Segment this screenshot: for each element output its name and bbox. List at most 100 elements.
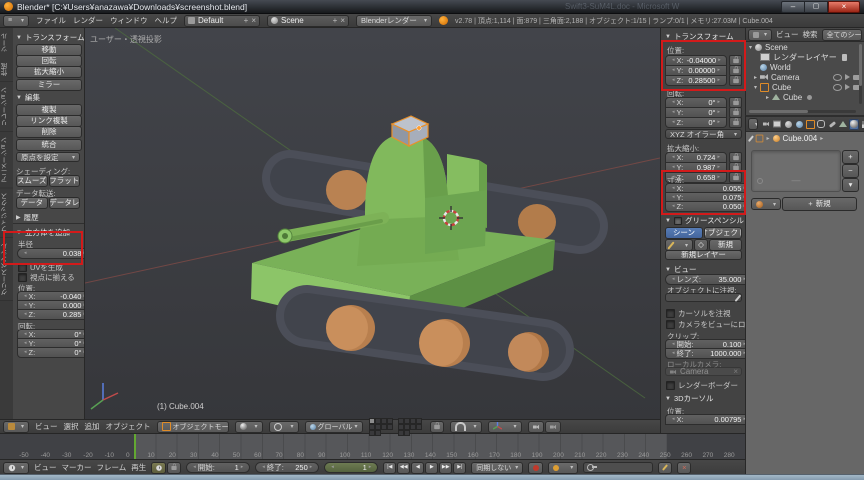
remove-slot-button[interactable]: − [842,164,859,178]
set-origin-dropdown[interactable]: 原点を設定 [16,152,80,162]
menu-render[interactable]: レンダー [73,15,103,26]
view-menu[interactable]: ビュー [35,421,58,432]
expand-icon[interactable]: ▾ [749,44,752,51]
autokey-mode-dropdown[interactable] [548,462,578,474]
editor-type-timeline-dropdown[interactable] [3,462,29,474]
rotation-mode-dropdown[interactable]: XYZ オイラー角 [665,129,742,139]
current-frame-field[interactable]: 1 [324,462,378,473]
timeline-marker-menu[interactable]: マーカー [62,462,92,473]
delete-keyframe-button[interactable]: × [677,462,691,474]
join-button[interactable]: 統合 [16,139,82,151]
manipulator-dropdown[interactable] [488,421,522,433]
menu-file[interactable]: ファイル [36,15,66,26]
history-panel-header[interactable]: ▶ 履歴 [16,212,39,223]
expand-icon[interactable]: ▾ [754,84,757,91]
tab-relations[interactable]: リレーション [0,82,13,132]
mode-dropdown[interactable]: オブジェクトモード [157,421,229,433]
frame-end-field[interactable]: 終了:250 [255,462,319,473]
cursor-3d-panel-header[interactable]: ▼3Dカーソル [665,393,714,404]
panel-checkbox[interactable] [674,217,682,225]
editor-type-3dview-dropdown[interactable] [3,421,29,433]
jump-to-end-button[interactable]: ▶| [453,462,466,474]
timeline-view-menu[interactable]: ビュー [34,462,57,473]
gp-scene-tab[interactable]: シーン [665,227,703,239]
clip-end-field[interactable]: 終了:1000.000 [665,348,745,359]
outliner-row-world[interactable]: World [746,62,864,72]
add-loc-z-field[interactable]: Z:0.285 [17,309,85,320]
transform-orientation-dropdown[interactable]: グローバル [305,421,363,433]
editor-type-outliner-dropdown[interactable] [748,29,772,41]
outliner-row-camera[interactable]: ▸ Camera [746,72,864,82]
scale-button[interactable]: 拡大縮小 [16,66,82,78]
shade-smooth-button[interactable]: スムーズ [16,175,48,187]
timeline-frame-menu[interactable]: フレーム [97,462,127,473]
breadcrumb-id[interactable]: Cube.004 [783,134,818,143]
shade-flat-button[interactable]: フラット [49,175,81,187]
jump-to-start-button[interactable]: |◀ [383,462,396,474]
tab-physics[interactable]: フィジックス [0,188,13,238]
data-transfer-button[interactable]: データ [16,197,48,209]
outliner-row-scene[interactable]: ▾ Scene [746,42,864,52]
loc-z-field[interactable]: Z:0.28500 [665,75,727,86]
gp-object-tab[interactable]: オブジェクト [704,227,742,239]
record-button[interactable] [528,462,543,474]
outliner-row-render-layers[interactable]: レンダーレイヤー [746,52,864,62]
tab-scene[interactable] [783,119,793,130]
dim-z-field[interactable]: Z:0.050 [665,201,745,212]
layer-cell[interactable] [375,430,381,436]
close-layout-icon[interactable]: × [251,16,256,25]
tab-modifiers[interactable] [827,119,837,130]
outliner-row-cube-data[interactable]: ▸ Cube [746,92,864,102]
lock-to-scene-button[interactable] [430,421,444,433]
renderable-icon[interactable] [842,54,847,61]
viewport-shading-dropdown[interactable] [235,421,263,433]
keying-set-field[interactable] [583,462,653,473]
delete-button[interactable]: 削除 [16,126,82,138]
browse-material-dropdown[interactable] [751,198,781,210]
editor-type-properties-dropdown[interactable] [748,118,758,130]
mirror-button[interactable]: ミラー [16,79,82,91]
edit-panel-header[interactable]: ▼ 編集 [16,92,40,103]
outliner-row-cube[interactable]: ▾ Cube [746,82,864,92]
screen-layout-selector[interactable]: Default + × [184,15,260,27]
layer-cell[interactable] [387,424,393,430]
transform-panel-header[interactable]: ▼トランスフォーム [665,31,734,42]
expand-icon[interactable]: ▸ [754,74,757,81]
outliner-filter-dropdown[interactable]: 全てのシーン [822,29,863,41]
cursor-x-field[interactable]: X:0.00795 [665,414,745,425]
new-material-button[interactable]: + 新規 [782,197,857,211]
play-reverse-button[interactable]: ◀ [411,462,424,474]
lock-z-icon[interactable] [729,75,742,86]
jump-next-keyframe-button[interactable]: ▶▶ [439,462,452,474]
viewport-canvas[interactable] [85,28,660,419]
visibility-eye-icon[interactable] [833,74,842,81]
insert-keyframe-button[interactable] [658,462,672,474]
close-button[interactable]: × [828,1,860,13]
timeline-playback-menu[interactable]: 再生 [131,462,146,473]
play-button[interactable]: ▶ [425,462,438,474]
slot-specials-button[interactable]: ▾ [842,178,859,192]
lock-rot-z-icon[interactable] [729,117,742,128]
sync-mode-dropdown[interactable]: 同期しない [471,462,523,474]
scene-selector[interactable]: Scene + × [267,15,349,27]
tab-animation[interactable]: アニメーション [0,132,13,189]
align-to-view-checkbox[interactable]: 視点に揃える [18,272,75,283]
rot-z-field[interactable]: Z:0° [665,117,727,128]
editor-type-menu-icon[interactable]: ≡ [3,15,29,27]
outliner-view-menu[interactable]: ビュー [776,29,799,40]
data-layout-transfer-button[interactable]: データレ [49,197,81,209]
transform-panel-header[interactable]: ▼ トランスフォーム [16,32,85,43]
add-scene-icon[interactable]: + [333,16,338,25]
tab-render[interactable] [761,119,771,130]
tab-world[interactable] [794,119,804,130]
timeline-tracks[interactable]: -50-40-30-20-100102030405060708090100110… [0,434,745,459]
render-border-checkbox[interactable]: レンダーボーダー [666,380,738,391]
tab-texture[interactable] [860,119,864,130]
eyedropper-icon[interactable] [734,294,740,301]
layer-cell[interactable] [416,424,422,430]
add-menu[interactable]: 追加 [85,421,100,432]
checkbox-icon[interactable] [18,273,27,282]
maximize-button[interactable]: ▢ [805,1,828,13]
layer-cell[interactable] [404,430,410,436]
tab-tools[interactable]: ツール [0,28,13,58]
